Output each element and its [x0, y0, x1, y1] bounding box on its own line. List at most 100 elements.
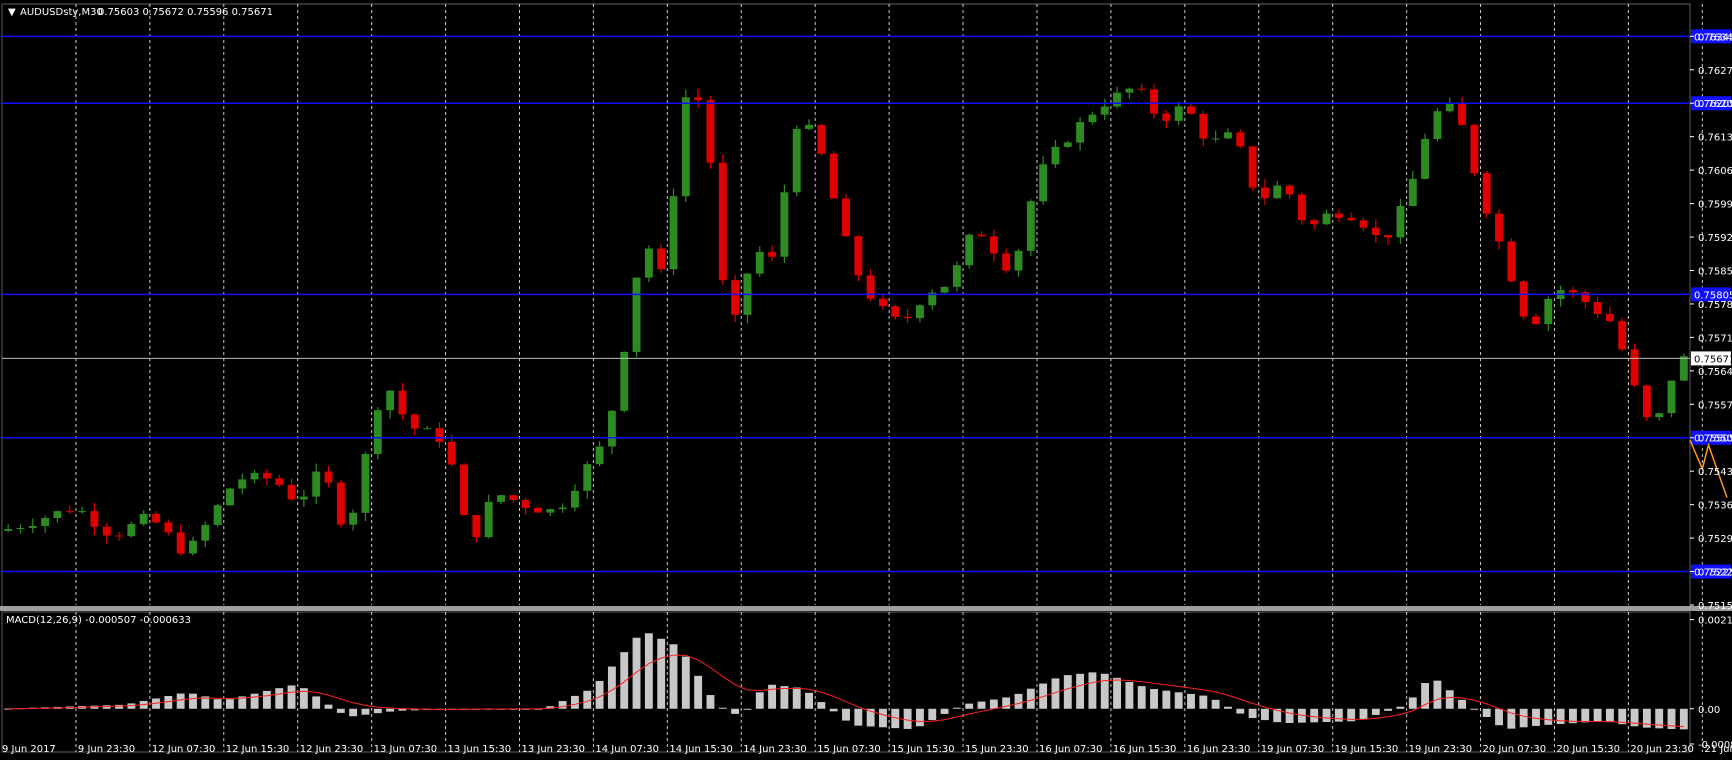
- candle-body: [1211, 138, 1220, 140]
- candle-body: [1051, 146, 1060, 165]
- candle-body: [694, 97, 703, 101]
- candle-body: [1421, 138, 1430, 179]
- candle-body: [632, 277, 641, 352]
- macd-histogram-bar: [1593, 708, 1602, 722]
- candle-body: [1125, 88, 1134, 93]
- candle-body: [1642, 385, 1651, 418]
- price-tick-label: 0.75225: [1698, 568, 1732, 579]
- candle-body: [805, 124, 813, 129]
- candle-body: [570, 490, 579, 508]
- time-tick-label: 13 Jun 07:30: [374, 744, 438, 755]
- macd-histogram-bar: [1076, 673, 1085, 709]
- candle-body: [324, 471, 333, 483]
- macd-histogram-bar: [275, 688, 284, 709]
- candle-body: [755, 251, 764, 274]
- trading-chart[interactable]: 0.763450.762050.758050.755050.75225 9 Ju…: [0, 0, 1732, 760]
- macd-histogram-bar: [1310, 708, 1319, 723]
- price-tick-label: 0.75155: [1698, 601, 1732, 612]
- candle-body: [373, 410, 382, 455]
- macd-histogram-bar: [1285, 708, 1294, 724]
- time-tick-label: 19 Jun 15:30: [1335, 744, 1399, 755]
- macd-tick-label: 0.002165: [1698, 616, 1732, 627]
- candle-body: [952, 265, 961, 287]
- candle-body: [768, 251, 777, 257]
- time-tick-label: 9 Jun 23:30: [78, 744, 135, 755]
- price-tick-label: 0.75995: [1698, 200, 1732, 211]
- macd-histogram-bar: [1470, 708, 1479, 710]
- macd-histogram-bar: [213, 699, 222, 709]
- macd-histogram-bar: [620, 652, 629, 709]
- macd-histogram-bar: [743, 708, 752, 710]
- candle-body: [1297, 194, 1306, 221]
- price-tick-label: 0.76205: [1698, 99, 1732, 110]
- candle-body: [1273, 185, 1282, 199]
- candle-body: [484, 501, 493, 538]
- macd-histogram-bar: [903, 708, 912, 729]
- candle-body: [644, 248, 653, 278]
- macd-histogram-bar: [1396, 706, 1405, 709]
- macd-histogram-bar: [1581, 708, 1590, 723]
- candle-body: [977, 234, 986, 237]
- time-tick-label: 12 Jun 07:30: [152, 744, 216, 755]
- macd-tick-label: 0.00: [1698, 705, 1720, 716]
- window-separator: [0, 606, 1732, 611]
- macd-histogram-bar: [287, 685, 296, 709]
- candle-body: [1470, 124, 1479, 174]
- candle-body: [558, 507, 567, 510]
- candle-body: [1605, 314, 1614, 322]
- macd-histogram-bar: [879, 708, 887, 728]
- chart-grid: [0, 3, 1732, 753]
- macd-subwindow: [4, 633, 1688, 730]
- candle-body: [1100, 106, 1109, 115]
- macd-histogram-bar: [928, 708, 937, 721]
- candle-body: [620, 351, 629, 411]
- candle-body: [78, 511, 87, 513]
- price-tick-label: 0.76135: [1698, 133, 1732, 144]
- candle-body: [1544, 299, 1553, 325]
- candle-body: [410, 414, 419, 429]
- time-tick-label: 12 Jun 15:30: [226, 744, 290, 755]
- triangle-down-icon[interactable]: ▼: [8, 7, 16, 18]
- macd-histogram-bar: [1495, 708, 1503, 726]
- macd-histogram-bar: [336, 708, 345, 713]
- time-tick-label: 15 Jun 15:30: [891, 744, 955, 755]
- macd-histogram-bar: [915, 708, 924, 727]
- macd-histogram-bar: [965, 703, 974, 709]
- macd-histogram-bar: [1260, 708, 1269, 721]
- candle-body: [336, 482, 345, 525]
- candle-body: [472, 515, 481, 538]
- candle-body: [1458, 102, 1467, 125]
- ohlc-label: 0.75603 0.75672 0.75596 0.75671: [98, 7, 273, 18]
- candle-body: [287, 484, 296, 500]
- macd-histogram-bar: [1162, 690, 1171, 709]
- price-tick-label: 0.75505: [1698, 434, 1732, 445]
- macd-histogram-bar: [1556, 708, 1565, 724]
- macd-histogram-bar: [1458, 699, 1467, 709]
- candle-body: [1482, 173, 1491, 214]
- horizontal-levels[interactable]: 0.763450.762050.758050.755050.75225: [2, 29, 1732, 579]
- macd-histogram-bar: [805, 692, 813, 709]
- candle-body: [250, 472, 259, 480]
- candle-body: [16, 528, 25, 530]
- macd-histogram-bar: [1445, 690, 1454, 709]
- candle-body: [681, 97, 690, 197]
- current-price-tag-label: 0.75671: [1694, 354, 1732, 365]
- candle-body: [965, 234, 974, 266]
- candle-body: [1359, 220, 1368, 228]
- macd-histogram-bar: [1014, 693, 1023, 709]
- candle-body: [53, 511, 62, 519]
- price-tick-label: 0.76275: [1698, 66, 1732, 77]
- candle-body: [238, 479, 247, 489]
- candle-body: [866, 275, 875, 299]
- macd-histogram-bar: [1408, 697, 1417, 709]
- candle-body: [657, 248, 666, 270]
- candle-body: [1408, 178, 1417, 207]
- macd-histogram-bar: [349, 708, 358, 717]
- candle-body: [1519, 281, 1528, 317]
- macd-histogram-bar: [373, 708, 382, 714]
- candle-body: [940, 286, 949, 293]
- macd-histogram-bar: [1187, 693, 1195, 709]
- price-tick-label: 0.76345: [1698, 32, 1732, 43]
- candle-body: [1113, 92, 1122, 107]
- candle-body: [1285, 185, 1294, 195]
